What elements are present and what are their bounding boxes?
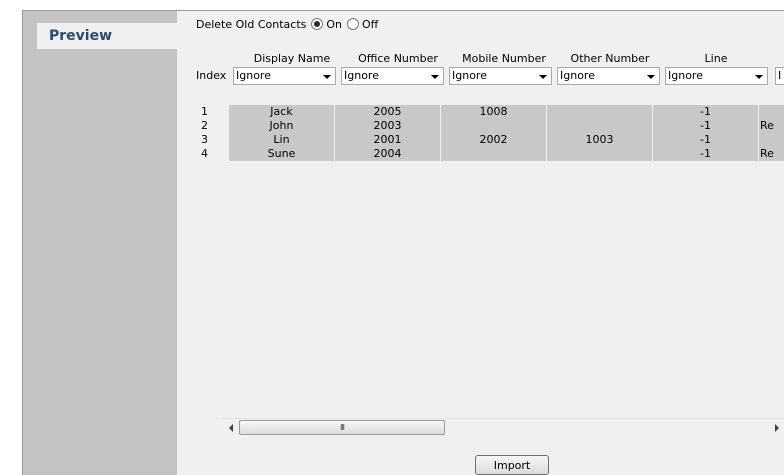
scrollbar-grip: III: [339, 423, 345, 432]
cell-extra: Re: [759, 147, 784, 161]
column-header-mobile-number: Mobile Number: [462, 52, 546, 65]
table-row[interactable]: 1 Jack 2005 1008 -1: [177, 105, 784, 119]
cell-other-number: [547, 105, 653, 119]
cell-mobile-number: [441, 147, 547, 161]
cell-office-number: 2003: [335, 119, 441, 133]
line-mapping-select[interactable]: Ignore: [665, 67, 768, 85]
chevron-down-icon: [755, 75, 763, 79]
cell-display-name: Jack: [229, 105, 335, 119]
cell-other-number: [547, 119, 653, 133]
column-header-display-name: Display Name: [253, 52, 331, 65]
office-number-mapping-select[interactable]: Ignore: [341, 67, 444, 85]
extra-column-mapping-select[interactable]: I: [775, 67, 784, 85]
cell-line: -1: [653, 105, 759, 119]
scroll-left-button[interactable]: [222, 419, 239, 436]
table-row[interactable]: 4 Sune 2004 -1 Re: [177, 147, 784, 161]
chevron-down-icon: [323, 75, 331, 79]
arrow-left-icon: [228, 423, 233, 432]
cell-extra: Re: [759, 119, 784, 133]
delete-on-label[interactable]: On: [326, 18, 342, 31]
sidebar-tab-preview[interactable]: Preview: [37, 23, 177, 49]
mobile-number-mapping-value: Ignore: [452, 69, 487, 82]
cell-other-number: [547, 147, 653, 161]
column-header-office-number: Office Number: [358, 52, 438, 65]
arrow-right-icon: [774, 423, 779, 432]
cell-display-name: Sune: [229, 147, 335, 161]
extra-column-mapping-value: I: [778, 69, 782, 82]
cell-extra: [759, 105, 784, 119]
delete-old-contacts-row: Delete Old Contacts On Off: [196, 16, 378, 32]
cell-line: -1: [653, 133, 759, 147]
chevron-down-icon: [647, 75, 655, 79]
chevron-down-icon: [431, 75, 439, 79]
column-header-line: Line: [704, 52, 728, 65]
cell-office-number: 2001: [335, 133, 441, 147]
table-row[interactable]: 3 Lin 2001 2002 1003 -1: [177, 133, 784, 147]
display-name-mapping-select[interactable]: Ignore: [233, 67, 336, 85]
row-index: 3: [201, 133, 208, 146]
other-number-mapping-value: Ignore: [560, 69, 595, 82]
other-number-mapping-select[interactable]: Ignore: [557, 67, 660, 85]
cell-line: -1: [653, 119, 759, 133]
row-index: 4: [201, 147, 208, 160]
delete-old-contacts-label: Delete Old Contacts: [196, 17, 307, 31]
cell-mobile-number: 1008: [441, 105, 547, 119]
cell-extra: [759, 133, 784, 147]
import-button[interactable]: Import: [475, 455, 549, 475]
mobile-number-mapping-select[interactable]: Ignore: [449, 67, 552, 85]
column-header-other-number: Other Number: [570, 52, 650, 65]
cell-office-number: 2004: [335, 147, 441, 161]
cell-mobile-number: 2002: [441, 133, 547, 147]
cell-line: -1: [653, 147, 759, 161]
cell-display-name: Lin: [229, 133, 335, 147]
chevron-down-icon: [539, 75, 547, 79]
row-index: 1: [201, 105, 208, 118]
cell-office-number: 2005: [335, 105, 441, 119]
cell-mobile-number: [441, 119, 547, 133]
table-row[interactable]: 2 John 2003 -1 Re: [177, 119, 784, 133]
scrollbar-thumb[interactable]: III: [239, 420, 445, 435]
delete-on-radio[interactable]: [311, 18, 324, 30]
delete-off-radio[interactable]: [347, 18, 360, 30]
index-label: Index: [196, 69, 227, 82]
cell-other-number: 1003: [547, 133, 653, 147]
office-number-mapping-value: Ignore: [344, 69, 379, 82]
horizontal-scrollbar[interactable]: III: [222, 418, 784, 435]
row-index: 2: [201, 119, 208, 132]
display-name-mapping-value: Ignore: [236, 69, 271, 82]
preview-content: Delete Old Contacts On Off Display Name …: [177, 11, 784, 475]
scroll-right-button[interactable]: [768, 419, 784, 436]
delete-off-label[interactable]: Off: [362, 18, 378, 31]
contacts-import-panel: Preview Delete Old Contacts On Off Displ…: [22, 10, 784, 475]
cell-display-name: John: [229, 119, 335, 133]
sidebar: Preview: [23, 11, 177, 475]
line-mapping-value: Ignore: [668, 69, 703, 82]
